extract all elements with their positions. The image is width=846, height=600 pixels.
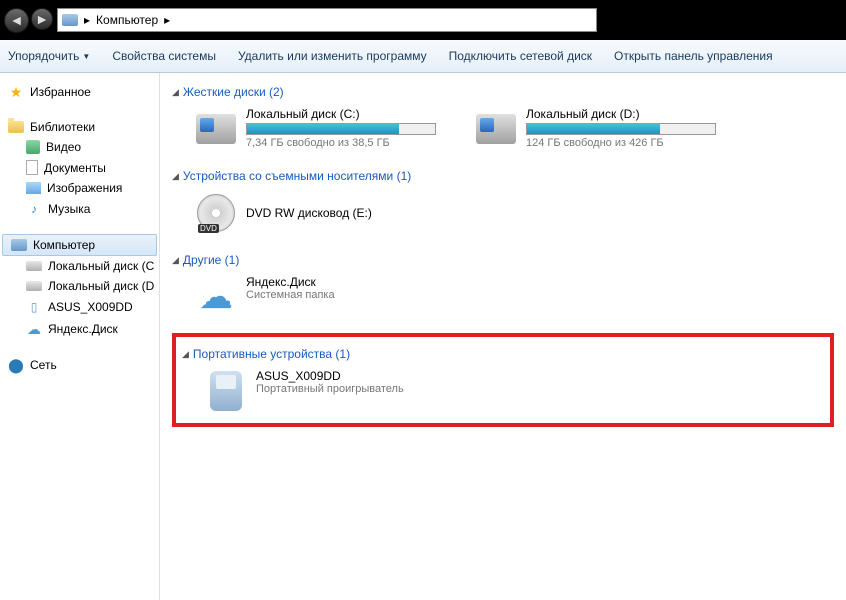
sidebar-item-documents[interactable]: Документы	[0, 157, 159, 178]
navigation-sidebar: ★Избранное Библиотеки Видео Документы Из…	[0, 73, 160, 600]
hdd-icon	[476, 114, 516, 144]
sidebar-item-disk-c[interactable]: Локальный диск (C	[0, 256, 159, 276]
breadcrumb-sep-icon: ▸	[162, 13, 172, 27]
system-properties-button[interactable]: Свойства системы	[112, 49, 216, 63]
back-button[interactable]: ◄	[4, 8, 29, 33]
device-asus[interactable]: ASUS_X009DD Портативный проигрыватель	[200, 365, 460, 417]
computer-icon	[62, 14, 78, 26]
map-network-drive-button[interactable]: Подключить сетевой диск	[449, 49, 592, 63]
drive-space-info: 124 ГБ свободно из 426 ГБ	[526, 137, 726, 149]
computer-icon	[11, 239, 27, 251]
video-icon	[26, 140, 40, 154]
device-icon: ▯	[26, 299, 42, 315]
content-pane: ◢Жесткие диски (2) Локальный диск (C:) 7…	[160, 73, 846, 600]
drive-name: DVD RW дисковод (E:)	[246, 206, 372, 220]
sidebar-network[interactable]: ⬤Сеть	[0, 354, 159, 376]
libraries-icon	[8, 121, 24, 133]
forward-button[interactable]: ►	[31, 8, 53, 30]
sidebar-item-asus[interactable]: ▯ASUS_X009DD	[0, 296, 159, 318]
highlighted-section: ◢Портативные устройства (1) ASUS_X009DD …	[172, 333, 834, 427]
drive-name: Яндекс.Диск	[246, 275, 446, 289]
sidebar-item-disk-d[interactable]: Локальный диск (D	[0, 276, 159, 296]
address-bar[interactable]: ▸ Компьютер ▸	[57, 8, 597, 32]
chevron-down-icon: ▼	[82, 52, 90, 61]
sidebar-computer[interactable]: Компьютер	[2, 234, 157, 256]
toolbar: Упорядочить▼ Свойства системы Удалить ил…	[0, 40, 846, 73]
section-header-removable[interactable]: ◢Устройства со съемными носителями (1)	[172, 165, 834, 187]
section-hard-disks: ◢Жесткие диски (2) Локальный диск (C:) 7…	[172, 81, 834, 155]
sidebar-libraries[interactable]: Библиотеки	[0, 117, 159, 137]
network-icon: ⬤	[8, 357, 24, 373]
breadcrumb-location[interactable]: Компьютер	[96, 13, 158, 27]
sidebar-item-music[interactable]: ♪Музыка	[0, 198, 159, 220]
portable-player-icon	[210, 371, 242, 411]
drive-name: Локальный диск (D:)	[526, 107, 726, 121]
drive-yandex[interactable]: ☁ Яндекс.Диск Системная папка	[190, 271, 450, 323]
collapse-icon: ◢	[172, 87, 179, 98]
device-subtype: Портативный проигрыватель	[256, 383, 456, 395]
section-header-hdd[interactable]: ◢Жесткие диски (2)	[172, 81, 834, 103]
uninstall-program-button[interactable]: Удалить или изменить программу	[238, 49, 427, 63]
space-bar	[526, 123, 716, 135]
drive-dvd[interactable]: DVD RW дисковод (E:)	[190, 187, 450, 239]
space-bar	[246, 123, 436, 135]
collapse-icon: ◢	[172, 255, 179, 266]
open-control-panel-button[interactable]: Открыть панель управления	[614, 49, 773, 63]
section-header-other[interactable]: ◢Другие (1)	[172, 249, 834, 271]
drive-space-info: 7,34 ГБ свободно из 38,5 ГБ	[246, 137, 446, 149]
dvd-icon	[197, 194, 235, 232]
drive-icon	[26, 261, 42, 271]
collapse-icon: ◢	[172, 171, 179, 182]
star-icon: ★	[8, 84, 24, 100]
section-portable: ◢Портативные устройства (1) ASUS_X009DD …	[182, 343, 824, 417]
sidebar-item-pictures[interactable]: Изображения	[0, 178, 159, 198]
sidebar-item-yandex[interactable]: ☁Яндекс.Диск	[0, 318, 159, 340]
image-icon	[26, 182, 41, 194]
sidebar-favorites[interactable]: ★Избранное	[0, 81, 159, 103]
cloud-icon: ☁	[26, 321, 42, 337]
titlebar: ◄ ► ▸ Компьютер ▸	[0, 0, 846, 40]
drive-d[interactable]: Локальный диск (D:) 124 ГБ свободно из 4…	[470, 103, 730, 155]
section-other: ◢Другие (1) ☁ Яндекс.Диск Системная папк…	[172, 249, 834, 323]
drive-icon	[26, 281, 42, 291]
breadcrumb-sep-icon: ▸	[82, 13, 92, 27]
drive-c[interactable]: Локальный диск (C:) 7,34 ГБ свободно из …	[190, 103, 450, 155]
organize-menu[interactable]: Упорядочить▼	[8, 49, 90, 63]
cloud-icon: ☁	[194, 275, 238, 319]
device-name: ASUS_X009DD	[256, 369, 456, 383]
section-removable: ◢Устройства со съемными носителями (1) D…	[172, 165, 834, 239]
music-icon: ♪	[26, 201, 42, 217]
document-icon	[26, 160, 38, 175]
sidebar-item-video[interactable]: Видео	[0, 137, 159, 157]
main-area: ★Избранное Библиотеки Видео Документы Из…	[0, 73, 846, 600]
drive-name: Локальный диск (C:)	[246, 107, 446, 121]
collapse-icon: ◢	[182, 349, 189, 360]
hdd-icon	[196, 114, 236, 144]
section-header-portable[interactable]: ◢Портативные устройства (1)	[182, 343, 824, 365]
nav-buttons: ◄ ►	[4, 8, 53, 33]
drive-subtype: Системная папка	[246, 289, 446, 301]
